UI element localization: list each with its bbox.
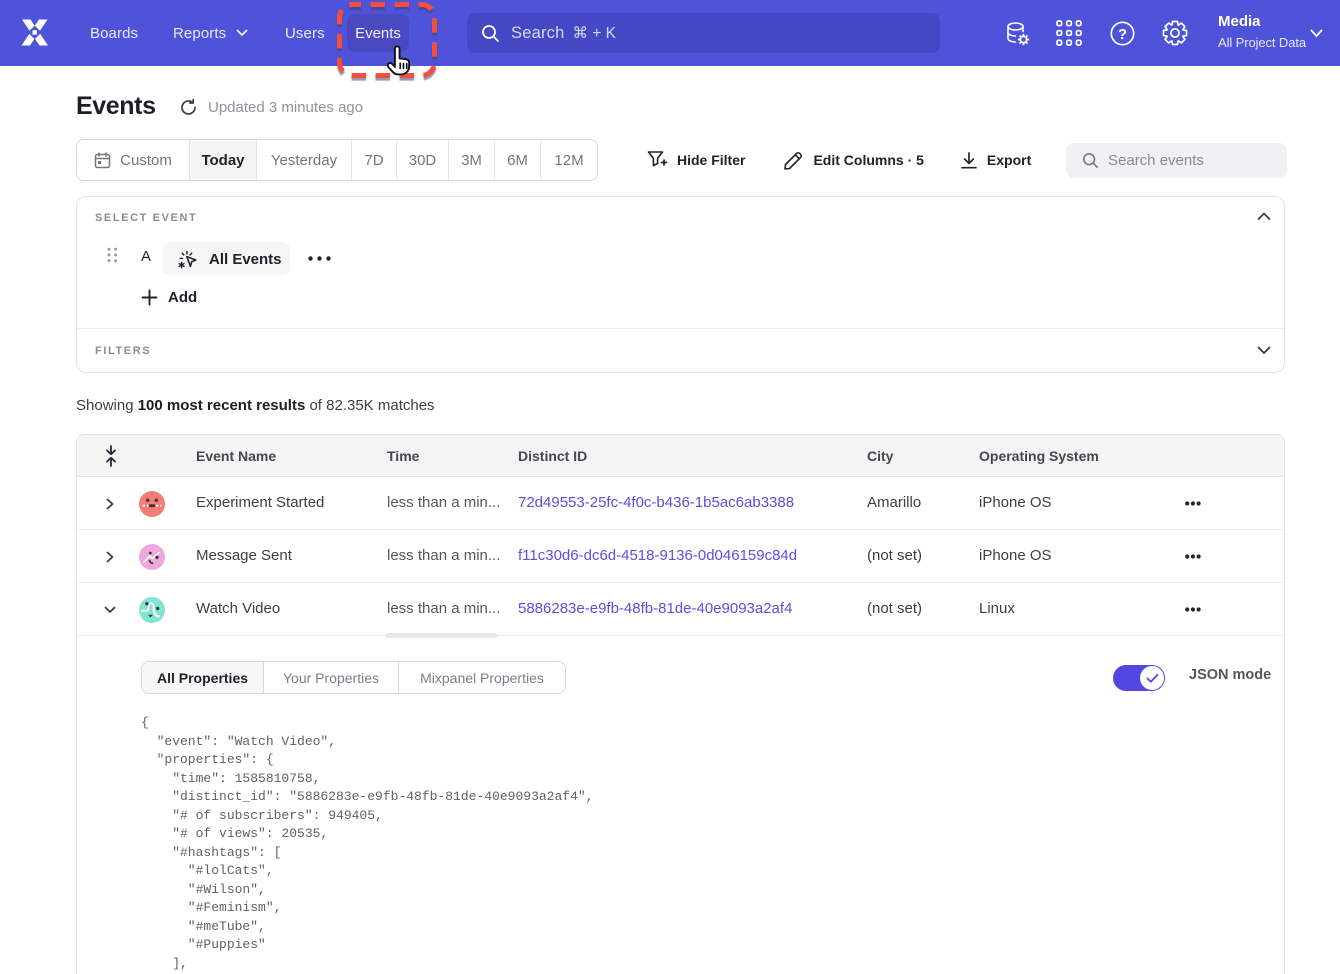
svg-text:?: ? <box>1118 26 1127 43</box>
